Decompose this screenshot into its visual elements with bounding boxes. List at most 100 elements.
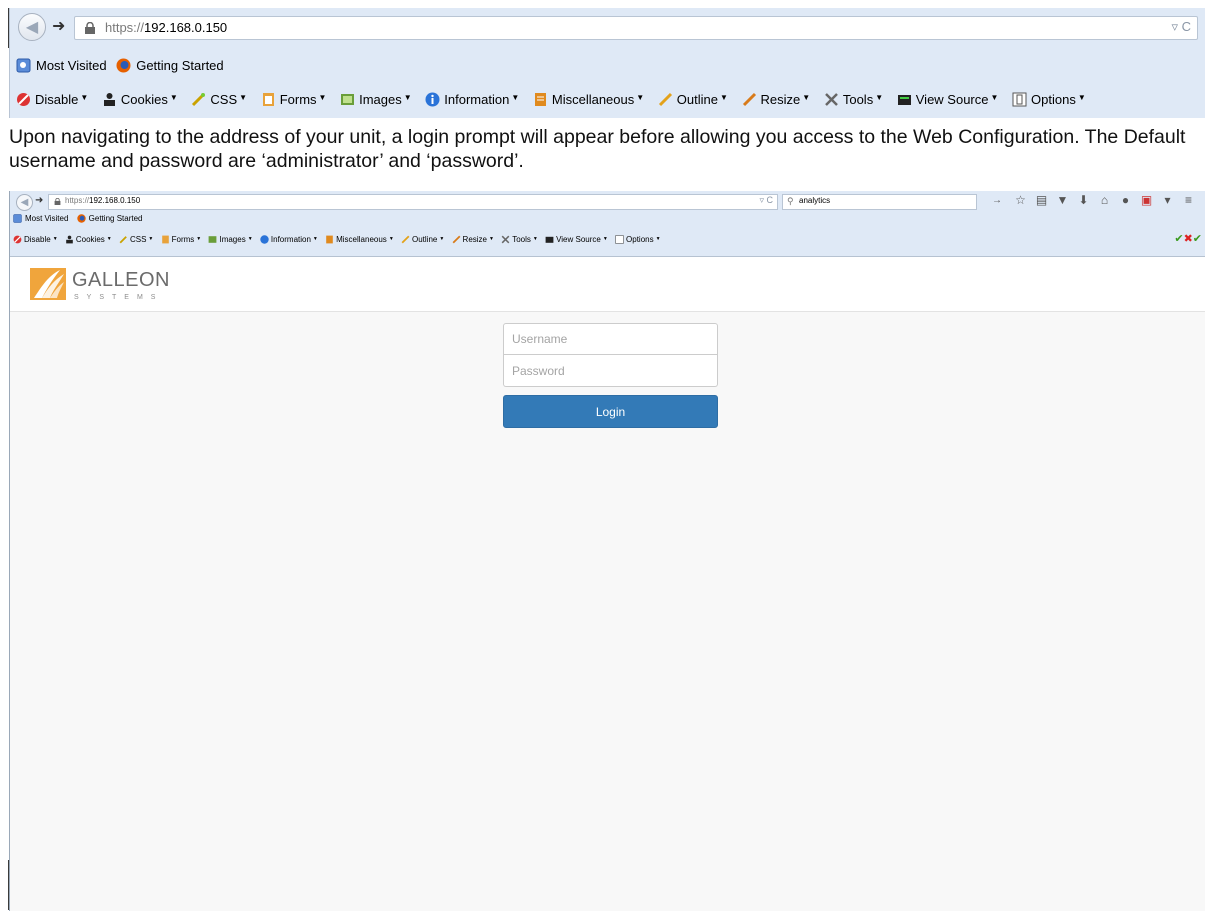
dropdown-caret-icon: ▼ bbox=[318, 93, 327, 102]
resize-pencil-icon bbox=[742, 92, 756, 107]
forms-icon bbox=[262, 93, 274, 106]
search-value: analytics bbox=[799, 196, 831, 205]
devtool-cookies[interactable]: Cookies ▼ bbox=[102, 92, 178, 107]
dropdown-caret-icon: ▼ bbox=[802, 93, 811, 102]
devtool-css[interactable]: CSS ▼ bbox=[119, 235, 153, 244]
error-icon[interactable]: ✖ bbox=[1184, 233, 1193, 245]
bookmark-most-visited[interactable]: Most Visited bbox=[13, 214, 68, 223]
devtool-disable[interactable]: Disable ▼ bbox=[13, 235, 58, 244]
logo-subtitle: SYSTEMS bbox=[74, 294, 164, 301]
devtool-forms[interactable]: Forms ▼ bbox=[161, 235, 202, 244]
download-icon[interactable]: ⬇ bbox=[1073, 193, 1094, 207]
devtool-miscellaneous[interactable]: Miscellaneous ▼ bbox=[325, 235, 394, 244]
bookmark-getting-started[interactable]: Getting Started bbox=[76, 214, 142, 223]
check-icon[interactable]: ✔ bbox=[1174, 233, 1183, 245]
dropdown-caret-icon: ▼ bbox=[720, 93, 728, 102]
dropdown-caret-icon: ▼ bbox=[875, 93, 884, 102]
galleon-logo-icon bbox=[30, 268, 66, 300]
devtool-forms[interactable]: Forms ▼ bbox=[261, 92, 327, 107]
back-arrow-icon[interactable]: ◀ bbox=[18, 13, 46, 41]
username-input[interactable] bbox=[503, 323, 718, 355]
dropdown-caret-icon: ▼ bbox=[602, 235, 608, 242]
devtool-tools[interactable]: Tools ▼ bbox=[501, 235, 538, 244]
menu-hamburger-icon[interactable]: ≡ bbox=[1178, 193, 1199, 207]
devtool-view-source[interactable]: View Source ▼ bbox=[897, 92, 999, 107]
forward-arrow-icon[interactable]: ➜ bbox=[52, 17, 68, 37]
bookmark-folder-icon bbox=[16, 58, 31, 73]
forms-icon bbox=[161, 235, 169, 244]
dropdown-caret-icon: ▼ bbox=[636, 93, 645, 102]
devtool-outline[interactable]: Outline ▼ bbox=[658, 92, 728, 107]
back-arrow-icon[interactable]: ◀ bbox=[16, 194, 33, 211]
instruction-paragraph: Upon navigating to the address of your u… bbox=[9, 126, 1186, 172]
tools-icon bbox=[824, 93, 838, 106]
devtool-options[interactable]: Options ▼ bbox=[1012, 92, 1086, 107]
devtool-miscellaneous[interactable]: Miscellaneous ▼ bbox=[533, 92, 644, 107]
outer-bookmarks-bar: Most Visited Getting Started bbox=[10, 58, 1205, 80]
outer-address-bar[interactable]: https://192.168.0.150 ▿ C bbox=[74, 16, 1198, 40]
devtool-resize[interactable]: Resize ▼ bbox=[452, 235, 494, 244]
reading-list-icon[interactable]: ▤ bbox=[1031, 193, 1052, 207]
password-input[interactable] bbox=[503, 355, 718, 387]
devtool-outline[interactable]: Outline ▼ bbox=[401, 235, 444, 244]
dropdown-caret-icon: ▼ bbox=[403, 93, 412, 102]
inner-toolbar-icons: ☆ ▤ ▼ ⬇ ⌂ ● ▣ ▾ ≡ bbox=[1010, 193, 1205, 211]
devtool-information[interactable]: Information ▼ bbox=[260, 235, 318, 244]
reload-icon[interactable]: ▿ C bbox=[759, 195, 773, 206]
images-icon bbox=[209, 236, 217, 243]
resize-pencil-icon bbox=[452, 235, 460, 244]
inner-browser-window: ◀ ➜ https://192.168.0.150 ▿ C ⚲ analytic… bbox=[9, 191, 1205, 911]
devtool-information[interactable]: Information ▼ bbox=[425, 92, 519, 107]
dropdown-caret-icon: ▼ bbox=[247, 235, 253, 242]
devtool-cookies[interactable]: Cookies ▼ bbox=[65, 235, 112, 244]
addon-icon[interactable]: ▣ bbox=[1136, 193, 1157, 207]
search-input[interactable]: ⚲ analytics → bbox=[782, 194, 1002, 210]
cookies-icon bbox=[103, 93, 115, 106]
options-icon bbox=[1012, 92, 1027, 107]
outline-pencil-icon bbox=[658, 92, 672, 107]
login-button[interactable]: Login bbox=[503, 395, 718, 428]
inner-url-text: https://192.168.0.150 bbox=[65, 196, 141, 205]
devtool-tools[interactable]: Tools ▼ bbox=[824, 92, 883, 107]
outer-nav-bar: ◀ ➜ https://192.168.0.150 ▿ C bbox=[10, 8, 1205, 48]
lock-icon bbox=[54, 198, 61, 205]
dropdown-caret-icon: ▼ bbox=[532, 235, 538, 242]
check-icon[interactable]: ✔ bbox=[1193, 233, 1202, 245]
devtool-view-source[interactable]: View Source ▼ bbox=[545, 235, 608, 244]
dropdown-caret-icon: ▼ bbox=[148, 235, 154, 242]
chat-icon[interactable]: ● bbox=[1115, 193, 1136, 207]
information-icon bbox=[260, 235, 269, 244]
outer-url-text: https://192.168.0.150 bbox=[105, 20, 228, 35]
disable-icon bbox=[17, 93, 30, 106]
addon-dropdown-icon[interactable]: ▾ bbox=[1157, 193, 1178, 207]
forward-arrow-icon[interactable]: ➜ bbox=[35, 195, 43, 206]
cookies-icon bbox=[66, 235, 73, 244]
dropdown-caret-icon: ▼ bbox=[990, 93, 999, 102]
miscellaneous-icon bbox=[326, 235, 333, 244]
dropdown-caret-icon: ▼ bbox=[388, 235, 394, 242]
devtool-images[interactable]: Images ▼ bbox=[340, 92, 412, 107]
information-icon bbox=[425, 92, 440, 107]
reload-icon[interactable]: ▿ C bbox=[1171, 19, 1191, 35]
dropdown-caret-icon: ▼ bbox=[239, 93, 248, 102]
devtool-disable[interactable]: Disable ▼ bbox=[16, 92, 88, 107]
dropdown-caret-icon: ▼ bbox=[196, 235, 202, 242]
inner-address-bar[interactable]: https://192.168.0.150 ▿ C bbox=[48, 194, 778, 210]
disable-icon bbox=[13, 235, 22, 244]
devtool-options[interactable]: Options ▼ bbox=[615, 235, 661, 244]
bookmark-most-visited[interactable]: Most Visited bbox=[16, 58, 107, 73]
search-go-arrow-icon[interactable]: → bbox=[992, 195, 1002, 206]
bookmark-folder-icon bbox=[13, 214, 22, 223]
outer-devtools-bar: Disable ▼ Cookies ▼ CSS ▼ Forms ▼ Images ▼ In… bbox=[10, 92, 1205, 114]
pocket-icon[interactable]: ▼ bbox=[1052, 193, 1073, 207]
bookmark-getting-started[interactable]: Getting Started bbox=[116, 58, 224, 73]
devtool-css[interactable]: CSS ▼ bbox=[191, 92, 247, 107]
validation-status-icons: ✔✖✔ bbox=[1174, 232, 1202, 245]
home-icon[interactable]: ⌂ bbox=[1094, 193, 1115, 207]
devtool-resize[interactable]: Resize ▼ bbox=[742, 92, 811, 107]
devtool-images[interactable]: Images ▼ bbox=[208, 235, 253, 244]
star-bookmark-icon[interactable]: ☆ bbox=[1010, 193, 1031, 207]
dropdown-caret-icon: ▼ bbox=[489, 235, 494, 242]
view-source-icon bbox=[545, 236, 554, 243]
dropdown-caret-icon: ▼ bbox=[312, 235, 318, 242]
